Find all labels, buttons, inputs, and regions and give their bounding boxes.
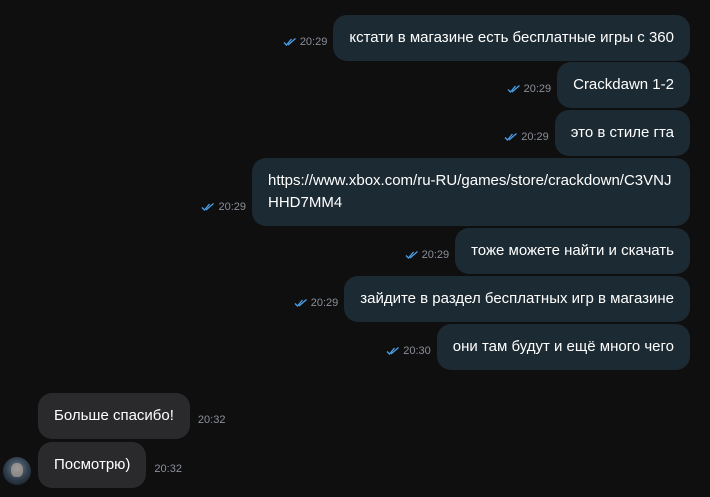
message-time: 20:29 [310,297,339,309]
message-time: 20:29 [218,201,246,213]
message-meta: 20:30 [386,345,431,357]
message-time: 20:32 [154,463,182,475]
message-bubble[interactable]: Больше спасибо! [38,393,190,439]
double-check-icon [405,251,418,259]
message-time: 20:29 [523,83,552,95]
message-time: 20:32 [197,414,226,426]
message-time: 20:29 [299,36,328,48]
message-bubble[interactable]: тоже можете найти и скачать [455,228,690,274]
message-meta: 20:32 [154,463,182,475]
message-bubble[interactable]: это в стиле гта [554,110,690,156]
message-bubble[interactable]: зайдите в раздел бесплатных игр в магази… [344,276,690,322]
message-bubble[interactable]: Посмотрю) [38,442,147,488]
message-row-outgoing: 20:29 Crackdawn 1-2 [507,62,690,108]
message-row-outgoing: 20:29 тоже можете найти и скачать [405,228,690,274]
message-row-outgoing: 20:29 https://www.xbox.com/ru-RU/games/s… [201,158,690,226]
message-row-outgoing: 20:29 кстати в магазине есть бесплатные … [283,15,690,61]
message-bubble[interactable]: кстати в магазине есть бесплатные игры с… [333,15,690,61]
message-row-outgoing: 20:29 это в стиле гта [504,110,690,156]
message-time: 20:30 [403,345,431,357]
message-row-incoming: Больше спасибо! 20:32 [38,393,225,439]
message-time: 20:29 [421,249,450,261]
message-time: 20:29 [521,131,549,143]
message-row-outgoing: 20:29 зайдите в раздел бесплатных игр в … [294,276,690,322]
double-check-icon [386,347,400,355]
message-meta: 20:29 [507,83,552,95]
double-check-icon [294,299,307,307]
double-check-icon [507,85,520,93]
message-meta: 20:32 [198,414,226,426]
message-meta: 20:29 [283,36,328,48]
message-meta: 20:29 [504,131,549,143]
message-meta: 20:29 [294,297,339,309]
double-check-icon [504,133,518,141]
chat-area: 20:29 кстати в магазине есть бесплатные … [0,0,710,497]
link-message-bubble[interactable]: https://www.xbox.com/ru-RU/games/store/c… [252,158,690,226]
message-bubble[interactable]: они там будут и ещё много чего [436,324,690,370]
message-bubble[interactable]: Crackdawn 1-2 [557,62,690,108]
message-meta: 20:29 [405,249,450,261]
double-check-icon [202,203,215,211]
message-meta: 20:29 [201,201,246,213]
message-row-incoming: Посмотрю) 20:32 [38,442,182,488]
double-check-icon [283,38,296,46]
message-row-outgoing: 20:30 они там будут и ещё много чего [386,324,690,370]
user-avatar-icon[interactable] [3,457,31,485]
